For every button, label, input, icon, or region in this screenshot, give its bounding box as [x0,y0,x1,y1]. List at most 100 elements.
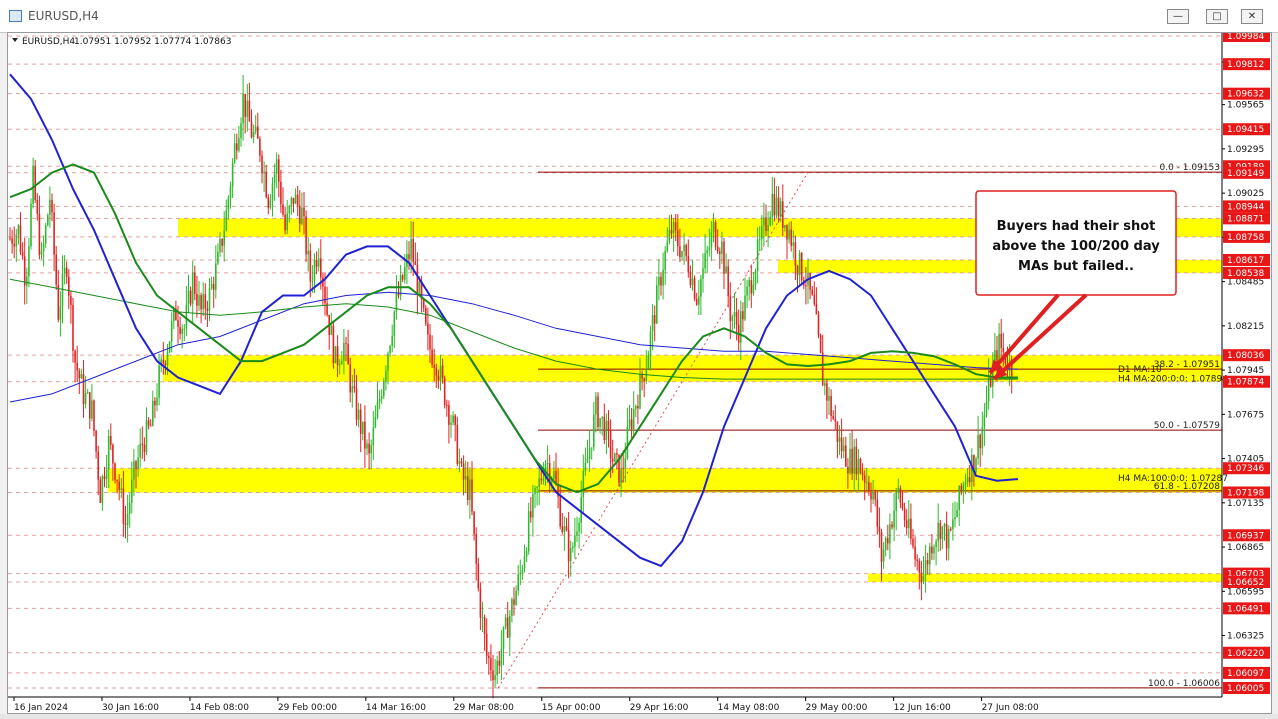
candle-body [511,599,513,616]
candle-body [863,475,866,483]
candle-body [859,458,862,474]
candle-body [595,396,597,415]
candle-body [244,93,246,117]
candle-body [553,471,555,480]
price-tag-label: 1.08944 [1227,202,1264,212]
candle-body [723,241,725,274]
candle-body [233,143,236,163]
price-tick-label: 1.06595 [1227,587,1264,597]
candle-body [120,488,123,490]
candle-body [542,479,545,481]
candle-body [200,295,202,310]
candle-body [834,418,837,422]
candle-body [479,588,482,618]
close-button[interactable]: ✕ [1241,9,1263,24]
candle-body [206,308,209,311]
time-tick-label: 16 Jan 2024 [14,703,68,713]
candle-body [107,435,110,470]
candle-body [746,286,748,296]
candle-body [832,415,834,419]
candle-body [687,256,690,273]
candle-body [561,526,564,533]
candle-body [122,488,125,524]
candle-body [347,343,349,365]
candle-body [504,617,507,627]
candle-body [118,481,120,490]
candle-body [700,278,702,297]
candle-body [61,273,64,307]
candle-body [294,194,297,204]
candle-body [532,494,534,518]
candle-body [624,458,627,468]
candle-body [912,538,914,547]
candle-body [383,380,385,397]
candle-body [217,252,219,264]
candle-body [727,266,729,297]
candle-body [660,276,662,286]
candle-body [698,296,700,305]
candle-body [920,572,923,582]
candle-body [689,272,692,286]
candle-body [257,126,259,139]
time-tick-label: 30 Jan 16:00 [102,703,159,713]
candle-body [238,138,240,151]
candle-body [620,467,622,484]
candle-body [983,414,986,428]
candle-body [656,285,658,324]
minimize-button[interactable]: — [1167,9,1189,24]
candle-body [261,155,263,174]
candle-body [469,479,471,500]
candle-body [317,258,320,267]
chart-window[interactable]: 0.0 - 1.09153 38.2 - 1.07951 50.0 - 1.0757… [7,29,1272,714]
candle-body [733,312,736,317]
candle-body [725,266,727,274]
candle-body [467,476,469,500]
candle-body [849,448,851,474]
candle-body [13,243,15,247]
candle-body [252,131,255,138]
candle-body [605,420,608,440]
candle-body [116,479,118,482]
candle-body [632,408,635,429]
candle-body [343,342,345,361]
candle-body [448,405,450,425]
candle-body [21,251,24,257]
window-titlebar: EURUSD,H4 — □ ✕ [0,0,1278,33]
candle-body [779,201,782,217]
candle-body [576,531,578,536]
restore-button[interactable]: □ [1206,9,1228,24]
candle-body [349,364,351,393]
candle-body [527,511,530,552]
candle-body [685,244,687,257]
candle-body [876,499,879,527]
candle-body [929,546,931,565]
candle-body [362,421,364,435]
candle-body [769,216,771,226]
candle-body [330,325,333,336]
candle-body [792,242,795,246]
candle-body [538,478,540,488]
candle-body [672,222,675,234]
price-tag-label: 1.06652 [1227,578,1264,588]
candle-body [540,478,543,481]
candle-body [305,216,307,255]
candle-body [464,476,467,480]
candle-body [800,253,803,281]
candle-body [922,575,925,582]
price-chart[interactable]: 0.0 - 1.09153 38.2 - 1.07951 50.0 - 1.0757… [8,29,1271,713]
candle-body [521,569,524,573]
candle-body [670,230,673,234]
candle-body [498,660,501,666]
candle-body [958,485,960,511]
candle-body [284,214,286,231]
candle-body [895,492,897,511]
candle-body [530,511,532,518]
candle-body [152,400,154,426]
candle-body [296,194,299,206]
candle-body [905,520,908,529]
candle-body [82,373,85,405]
annotation-text-line: Buyers had their shot [997,219,1156,234]
candle-body [809,272,811,290]
candle-body [851,448,853,474]
candle-body [693,278,696,299]
